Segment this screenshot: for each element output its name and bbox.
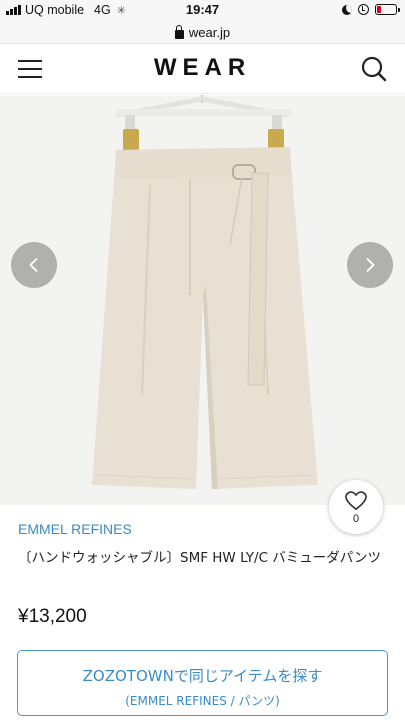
product-image xyxy=(0,95,405,505)
like-button[interactable]: 0 xyxy=(329,480,383,534)
gallery-prev-button[interactable] xyxy=(11,242,57,288)
site-header: WEAR xyxy=(0,44,405,94)
domain-text: wear.jp xyxy=(188,25,231,40)
like-count: 0 xyxy=(352,513,360,525)
zozotown-search-button[interactable]: ZOZOTOWNで同じアイテムを探す (EMMEL REFINES / パンツ) xyxy=(17,650,388,716)
product-image-gallery[interactable] xyxy=(0,95,405,505)
search-icon[interactable] xyxy=(360,55,388,83)
url-bar[interactable]: wear.jp xyxy=(0,22,405,44)
battery-level xyxy=(377,6,381,13)
moon-icon xyxy=(342,4,352,15)
site-logo[interactable]: WEAR xyxy=(0,54,405,82)
product-price: ¥13,200 xyxy=(18,606,87,627)
menu-icon[interactable] xyxy=(18,58,42,80)
status-right xyxy=(342,4,400,15)
chevron-right-icon xyxy=(366,258,375,272)
battery-icon xyxy=(375,4,400,15)
status-bar: UQ mobile 4G ✳ 19:47 xyxy=(0,0,405,22)
heart-icon xyxy=(345,491,367,510)
zozotown-button-label: ZOZOTOWNで同じアイテムを探す xyxy=(82,667,323,685)
product-title: 〔ハンドウォッシャブル〕SMF HW LY/C バミューダパンツ xyxy=(18,550,381,566)
zozotown-button-sublabel: (EMMEL REFINES / パンツ) xyxy=(125,694,280,708)
gallery-next-button[interactable] xyxy=(347,242,393,288)
brand-link[interactable]: EMMEL REFINES xyxy=(18,521,132,537)
chevron-left-icon xyxy=(29,258,38,272)
alarm-icon xyxy=(358,4,369,15)
lock-icon xyxy=(174,24,184,39)
